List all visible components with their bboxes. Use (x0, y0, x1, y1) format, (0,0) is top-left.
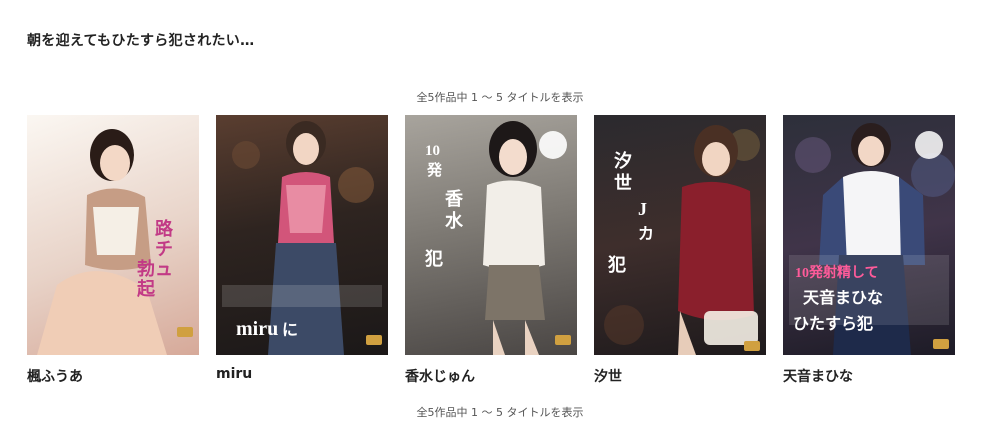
actress-name[interactable]: 汐世 (594, 366, 766, 386)
cover-art: 路 チ ュ 勃 起 (27, 115, 199, 355)
cover-image[interactable]: 10発射精して 天音まひな ひたすら犯 (783, 115, 955, 355)
work-card[interactable]: miru に miru (216, 115, 388, 382)
svg-text:10発射精して: 10発射精して (795, 264, 879, 281)
cover-art: 汐 世 J カ 犯 (594, 115, 766, 355)
page-title: 朝を迎えてもひたすら犯されたい… (27, 33, 255, 49)
svg-text:カ: カ (638, 225, 654, 243)
cover-image[interactable]: miru に (216, 115, 388, 355)
cover-illustration: 汐 世 J カ 犯 (604, 125, 760, 355)
cover-illustration: miru に (222, 121, 382, 355)
cover-art: miru に (216, 115, 388, 355)
cover-art: 10 発 香 水 犯 (405, 115, 577, 355)
svg-text:勃: 勃 (137, 258, 155, 279)
svg-text:ュ: ュ (155, 259, 173, 279)
svg-text:水: 水 (445, 210, 464, 231)
cover-illustration: 10 発 香 水 犯 (424, 121, 571, 355)
cover-art: 10発射精して 天音まひな ひたすら犯 (783, 115, 955, 355)
actress-name[interactable]: 香水じゅん (405, 366, 577, 386)
svg-text:発: 発 (426, 161, 443, 179)
work-card[interactable]: 10 発 香 水 犯 香水じゅん (405, 115, 577, 386)
svg-text:起: 起 (136, 278, 156, 299)
actress-name[interactable]: 楓ふうあ (27, 366, 199, 386)
svg-text:に: に (282, 322, 298, 339)
svg-text:香: 香 (444, 189, 464, 209)
svg-text:チ: チ (155, 239, 173, 259)
result-count-top: 全5作品中 1 〜 5 タイトルを表示 (416, 91, 584, 104)
actress-name[interactable]: miru (216, 366, 388, 382)
svg-text:汐: 汐 (614, 150, 632, 171)
cover-illustration: 10発射精して 天音まひな ひたすら犯 (789, 123, 955, 355)
svg-text:ひたすら犯: ひたすら犯 (793, 314, 873, 333)
svg-text:10: 10 (425, 143, 440, 159)
work-card[interactable]: 汐 世 J カ 犯 汐世 (594, 115, 766, 386)
svg-text:J: J (638, 199, 647, 219)
svg-text:犯: 犯 (607, 254, 626, 275)
cover-image[interactable]: 汐 世 J カ 犯 (594, 115, 766, 355)
actress-name[interactable]: 天音まひな (783, 366, 955, 386)
svg-text:天音まひな: 天音まひな (803, 288, 883, 307)
work-grid: 路 チ ュ 勃 起 楓ふうあ miru に miru 10 発 香 水 犯 香水… (27, 115, 987, 385)
svg-text:世: 世 (614, 173, 632, 193)
cover-illustration: 路 チ ュ 勃 起 (37, 129, 193, 355)
svg-text:miru: miru (236, 318, 278, 340)
work-card[interactable]: 10発射精して 天音まひな ひたすら犯 天音まひな (783, 115, 955, 386)
svg-text:路: 路 (155, 218, 174, 239)
work-card[interactable]: 路 チ ュ 勃 起 楓ふうあ (27, 115, 199, 386)
svg-text:犯: 犯 (424, 248, 443, 269)
result-count-bottom: 全5作品中 1 〜 5 タイトルを表示 (416, 406, 584, 419)
cover-image[interactable]: 10 発 香 水 犯 (405, 115, 577, 355)
cover-image[interactable]: 路 チ ュ 勃 起 (27, 115, 199, 355)
